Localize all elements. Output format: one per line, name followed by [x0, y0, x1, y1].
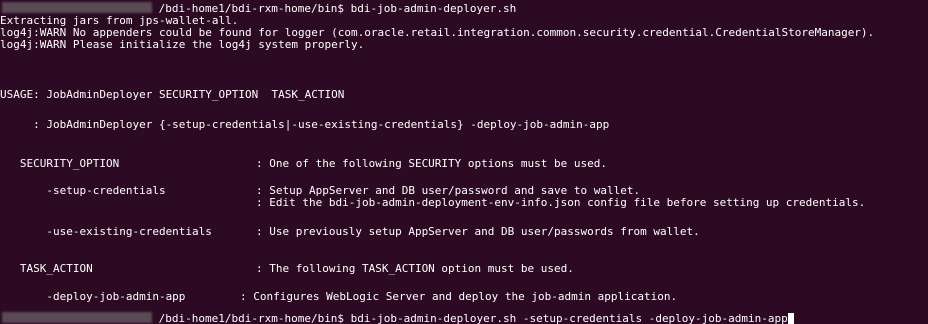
- deploy-job-admin-app-label: -deploy-job-admin-app: [0, 290, 186, 303]
- security-option-desc: : One of the following SECURITY options …: [256, 157, 607, 170]
- use-existing-credentials-desc: : Use previously setup AppServer and DB …: [256, 225, 700, 238]
- task-action-desc: : The following TASK_ACTION option must …: [256, 262, 574, 275]
- redacted-user-host-2: [2, 312, 152, 323]
- security-option-label: SECURITY_OPTION: [0, 157, 120, 170]
- usage-line: USAGE: JobAdminDeployer SECURITY_OPTION …: [0, 88, 345, 101]
- terminal-window[interactable]: /bdi-home1/bdi-rxm-home/bin$ bdi-job-adm…: [0, 0, 928, 324]
- usage-alt-line: : JobAdminDeployer {-setup-credentials|-…: [0, 118, 610, 131]
- prompt-line-2[interactable]: /bdi-home1/bdi-rxm-home/bin$ bdi-job-adm…: [0, 312, 794, 324]
- setup-credentials-desc-2: : Edit the bdi-job-admin-deployment-env-…: [256, 196, 866, 209]
- command-text-2: /bdi-home1/bdi-rxm-home/bin$ bdi-job-adm…: [158, 312, 788, 324]
- task-action-label: TASK_ACTION: [0, 262, 93, 275]
- setup-credentials-label: -setup-credentials: [0, 184, 166, 197]
- text-cursor: [787, 313, 794, 324]
- use-existing-credentials-label: -use-existing-credentials: [0, 225, 212, 238]
- deploy-job-admin-app-desc: : Configures WebLogic Server and deploy …: [240, 290, 678, 303]
- redacted-user-host: [2, 2, 152, 13]
- output-warn-2: log4j:WARN Please initialize the log4j s…: [0, 38, 365, 51]
